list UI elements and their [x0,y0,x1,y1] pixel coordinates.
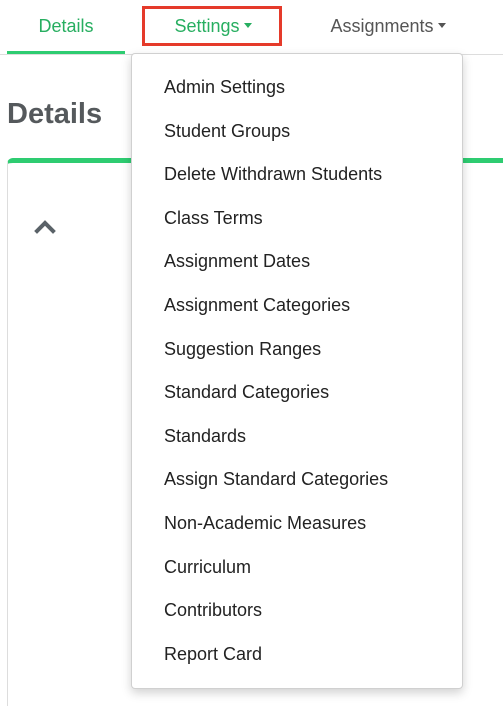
caret-down-icon [437,22,446,28]
menu-item-assignment-categories[interactable]: Assignment Categories [132,284,462,328]
menu-item-class-terms[interactable]: Class Terms [132,197,462,241]
menu-item-assignment-dates[interactable]: Assignment Dates [132,240,462,284]
page: Details Settings Assignments Details Adm… [0,0,503,706]
caret-down-icon [243,22,252,28]
menu-item-assign-standard-categories[interactable]: Assign Standard Categories [132,458,462,502]
tab-details[interactable]: Details [7,0,125,54]
chevron-up-icon[interactable] [34,218,56,234]
settings-dropdown-menu: Admin Settings Student Groups Delete Wit… [131,53,463,689]
menu-item-admin-settings[interactable]: Admin Settings [132,66,462,110]
menu-item-delete-withdrawn-students[interactable]: Delete Withdrawn Students [132,153,462,197]
menu-item-student-groups[interactable]: Student Groups [132,110,462,154]
tab-bar: Details Settings Assignments [0,0,503,55]
menu-item-suggestion-ranges[interactable]: Suggestion Ranges [132,328,462,372]
menu-item-contributors[interactable]: Contributors [132,589,462,633]
section-title: Details [7,98,103,130]
tab-settings-label: Settings [174,16,240,36]
tab-details-label: Details [38,16,94,36]
tab-assignments-label: Assignments [330,16,434,36]
menu-item-standards[interactable]: Standards [132,415,462,459]
menu-item-report-card[interactable]: Report Card [132,633,462,677]
tab-settings[interactable]: Settings [140,0,286,52]
menu-item-standard-categories[interactable]: Standard Categories [132,371,462,415]
tab-assignments[interactable]: Assignments [303,0,473,52]
menu-item-curriculum[interactable]: Curriculum [132,546,462,590]
menu-item-non-academic-measures[interactable]: Non-Academic Measures [132,502,462,546]
